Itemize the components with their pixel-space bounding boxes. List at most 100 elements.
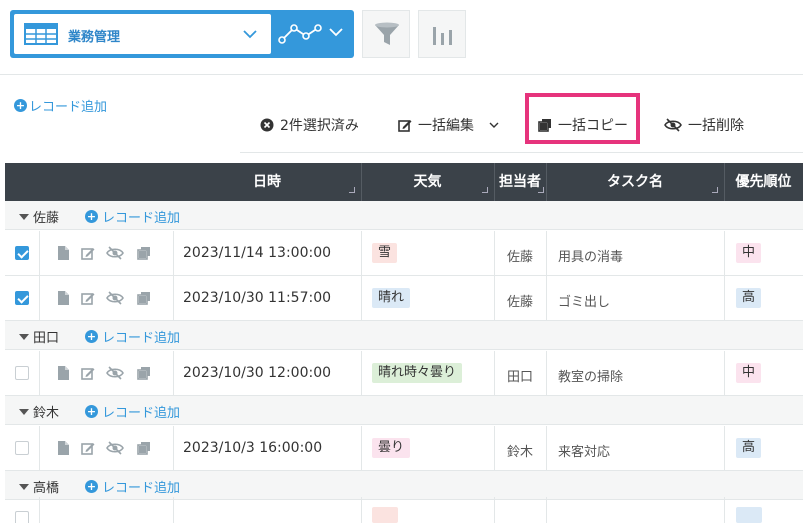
plus-icon: + bbox=[85, 330, 98, 343]
group-row: 高橋 + レコード追加 bbox=[5, 471, 803, 500]
group-row: 鈴木 + レコード追加 bbox=[5, 396, 803, 425]
group-row: 田口 + レコード追加 bbox=[5, 321, 803, 350]
table-row: 2023/10/30 12:00:00 晴れ時々曇り 田口 教室の掃除 中 bbox=[5, 351, 803, 396]
priority-badge: 中 bbox=[736, 363, 762, 383]
table-row-partial bbox=[5, 497, 803, 523]
eye-slash-icon[interactable] bbox=[106, 291, 124, 305]
copy-icon[interactable] bbox=[137, 246, 151, 260]
group-add-record-label: レコード追加 bbox=[102, 331, 181, 346]
caret-down-icon bbox=[19, 483, 29, 490]
edit-icon[interactable] bbox=[81, 291, 96, 305]
column-header-assignee[interactable]: 担当者 bbox=[494, 163, 546, 201]
copy-icon bbox=[538, 119, 551, 132]
edit-icon[interactable] bbox=[81, 246, 96, 260]
priority-badge: 高 bbox=[736, 288, 762, 308]
eye-slash-icon[interactable] bbox=[106, 246, 124, 260]
group-add-record-label: レコード追加 bbox=[102, 481, 181, 496]
graph-icon bbox=[278, 24, 322, 44]
task-cell: ゴミ出し bbox=[558, 295, 611, 310]
bulk-copy-label: 一括コピー bbox=[558, 118, 628, 134]
edit-icon[interactable] bbox=[81, 366, 96, 380]
table-header: 日時 天気 担当者 タスク名 優先順位 bbox=[5, 163, 803, 201]
view-selector[interactable]: 業務管理 bbox=[10, 10, 354, 58]
table-row: 2023/10/3 16:00:00 曇り 鈴木 来客対応 高 bbox=[5, 426, 803, 471]
priority-badge: 中 bbox=[736, 243, 762, 263]
priority-badge: 高 bbox=[736, 438, 762, 458]
group-add-record-link[interactable]: + レコード追加 bbox=[85, 477, 180, 496]
bar-chart-icon bbox=[433, 27, 452, 45]
assignee-cell: 佐藤 bbox=[507, 250, 534, 265]
weather-badge: 曇り bbox=[372, 438, 411, 458]
plus-icon: + bbox=[85, 480, 98, 493]
row-checkbox[interactable] bbox=[15, 511, 29, 523]
group-name: 高橋 bbox=[33, 481, 60, 496]
document-icon[interactable] bbox=[57, 291, 69, 305]
group-add-record-link[interactable]: + レコード追加 bbox=[85, 207, 180, 226]
row-checkbox[interactable] bbox=[15, 246, 29, 260]
view-dropdown[interactable]: 業務管理 bbox=[14, 14, 271, 54]
copy-icon[interactable] bbox=[137, 366, 151, 380]
group-toggle[interactable]: 佐藤 bbox=[19, 207, 59, 226]
eye-slash-icon[interactable] bbox=[106, 441, 124, 455]
group-add-record-label: レコード追加 bbox=[102, 406, 181, 421]
caret-down-icon bbox=[19, 333, 29, 340]
edit-icon[interactable] bbox=[81, 441, 96, 455]
datetime-cell: 2023/10/30 11:57:00 bbox=[183, 290, 332, 306]
weather-badge: 雪 bbox=[372, 243, 398, 263]
selected-count[interactable]: 2件選択済み bbox=[260, 115, 359, 135]
assignee-cell: 佐藤 bbox=[507, 295, 534, 310]
eye-slash-icon[interactable] bbox=[106, 366, 124, 380]
add-record-label: レコード追加 bbox=[29, 100, 108, 115]
plus-icon: + bbox=[85, 405, 98, 418]
toolbar-divider bbox=[0, 74, 803, 75]
weather-badge: 晴れ時々曇り bbox=[372, 363, 463, 383]
clear-selection-icon bbox=[260, 118, 274, 132]
document-icon[interactable] bbox=[57, 366, 69, 380]
plus-icon: + bbox=[85, 210, 98, 223]
document-icon[interactable] bbox=[57, 441, 69, 455]
bulk-edit-button[interactable]: 一括編集 bbox=[398, 115, 500, 135]
assignee-cell: 田口 bbox=[507, 370, 534, 385]
column-header-weather[interactable]: 天気 bbox=[361, 163, 494, 201]
document-icon[interactable] bbox=[57, 246, 69, 260]
add-record-link[interactable]: + レコード追加 bbox=[14, 96, 107, 115]
assignee-cell: 鈴木 bbox=[507, 445, 534, 460]
caret-down-icon bbox=[19, 408, 29, 415]
chevron-down-icon bbox=[243, 30, 257, 39]
bulk-delete-button[interactable]: 一括削除 bbox=[664, 115, 744, 135]
group-add-record-label: レコード追加 bbox=[102, 211, 181, 226]
graph-menu-button[interactable] bbox=[272, 14, 352, 54]
filter-button[interactable] bbox=[362, 10, 410, 58]
task-cell: 用具の消毒 bbox=[558, 250, 624, 265]
row-checkbox[interactable] bbox=[15, 366, 29, 380]
copy-icon[interactable] bbox=[137, 291, 151, 305]
column-header-task[interactable]: タスク名 bbox=[546, 163, 724, 201]
group-toggle[interactable]: 鈴木 bbox=[19, 402, 59, 421]
table-row: 2023/11/14 13:00:00 雪 佐藤 用具の消毒 中 bbox=[5, 231, 803, 276]
weather-badge: 晴れ bbox=[372, 288, 411, 308]
datetime-cell: 2023/10/3 16:00:00 bbox=[183, 440, 323, 456]
chevron-down-icon bbox=[329, 28, 343, 37]
column-header-datetime[interactable]: 日時 bbox=[173, 163, 361, 201]
group-name: 佐藤 bbox=[33, 211, 60, 226]
datetime-cell: 2023/10/30 12:00:00 bbox=[183, 365, 332, 381]
row-checkbox[interactable] bbox=[15, 441, 29, 455]
chart-button[interactable] bbox=[418, 10, 466, 58]
view-name: 業務管理 bbox=[68, 30, 121, 45]
bulk-copy-button[interactable]: 一括コピー bbox=[538, 115, 628, 135]
eye-slash-icon bbox=[664, 118, 682, 132]
group-add-record-link[interactable]: + レコード追加 bbox=[85, 327, 180, 346]
group-add-record-link[interactable]: + レコード追加 bbox=[85, 402, 180, 421]
group-row: 佐藤 + レコード追加 bbox=[5, 201, 803, 230]
group-toggle[interactable]: 高橋 bbox=[19, 477, 59, 496]
bulk-action-bar: 2件選択済み 一括編集 一括コピー 一括削除 bbox=[240, 93, 803, 153]
filter-icon bbox=[375, 22, 399, 45]
plus-icon: + bbox=[14, 99, 27, 112]
group-toggle[interactable]: 田口 bbox=[19, 327, 59, 346]
caret-down-icon bbox=[19, 213, 29, 220]
task-cell: 来客対応 bbox=[558, 445, 611, 460]
column-header-priority[interactable]: 優先順位 bbox=[724, 163, 803, 201]
copy-icon[interactable] bbox=[137, 441, 151, 455]
row-checkbox[interactable] bbox=[15, 291, 29, 305]
group-name: 鈴木 bbox=[33, 406, 60, 421]
